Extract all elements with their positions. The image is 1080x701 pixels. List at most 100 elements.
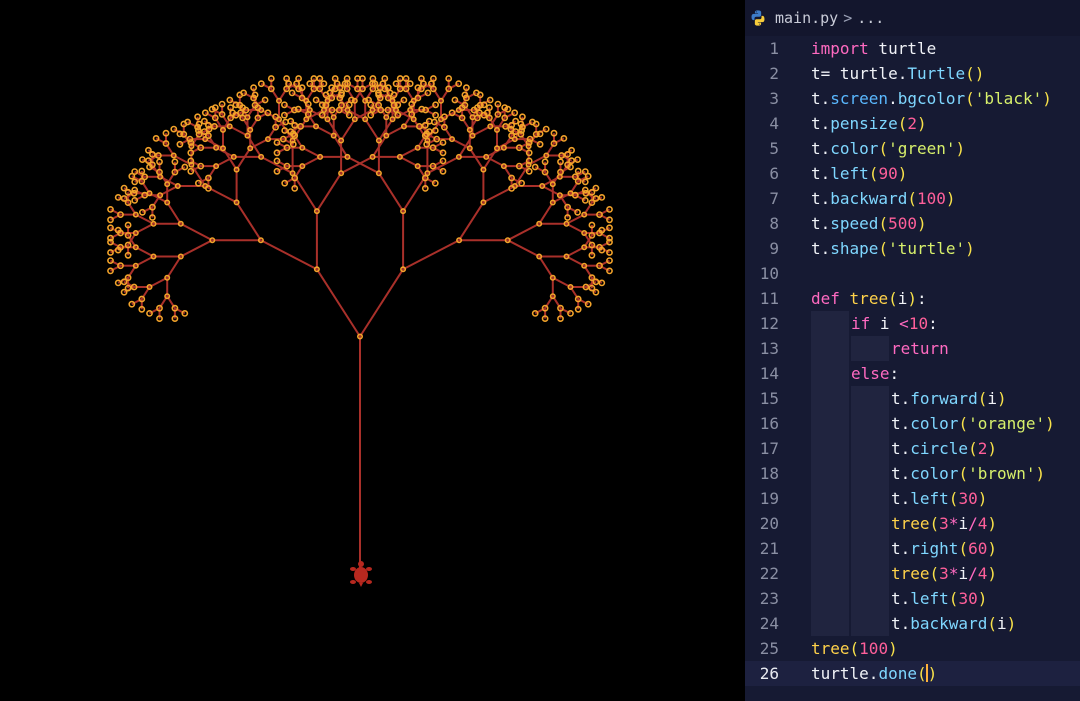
line-number: 11 (759, 289, 779, 308)
code-line[interactable]: 20 tree(3*i/4) (745, 511, 1080, 536)
code-token: ) (1045, 414, 1055, 433)
branch (458, 201, 485, 241)
line-number: 4 (769, 114, 779, 133)
indent-guide (811, 486, 849, 511)
branch (507, 239, 540, 258)
code-token: ( (907, 189, 917, 208)
code-line[interactable]: 18 t.color('brown') (745, 461, 1080, 486)
code-line[interactable]: 14 else: (745, 361, 1080, 386)
code-area[interactable]: 1 import turtle 2 t= turtle.Turtle() 3 t.scre… (745, 36, 1080, 686)
code-token: 100 (859, 639, 889, 658)
code-line[interactable]: 24 t.backward(i) (745, 611, 1080, 636)
code-token: ) (987, 539, 997, 558)
code-line[interactable]: 17 t.circle(2) (745, 436, 1080, 461)
code-token: import (811, 39, 869, 58)
code-line[interactable]: 5 t.color('green') (745, 136, 1080, 161)
branch (507, 222, 540, 242)
indent-guide (851, 336, 889, 361)
breadcrumb-separator: > (843, 9, 853, 27)
indent-guide (851, 611, 889, 636)
code-token: 30 (958, 589, 978, 608)
code-token: t. (891, 414, 911, 433)
code-token: 2 (977, 439, 988, 458)
code-line[interactable]: 6 t.left(90) (745, 161, 1080, 186)
branch (166, 201, 182, 225)
code-line[interactable]: 26 turtle.done() (745, 661, 1080, 686)
blossom (542, 125, 550, 133)
code-text: tree(3*i/4) (891, 511, 997, 536)
code-token: t. (811, 164, 831, 183)
code-line[interactable]: 4 t.pensize(2) (745, 111, 1080, 136)
code-line[interactable]: 7 t.backward(100) (745, 186, 1080, 211)
code-line[interactable]: 15 t.forward(i) (745, 386, 1080, 411)
code-token: color (910, 464, 959, 483)
code-line[interactable]: 16 t.color('orange') (745, 411, 1080, 436)
code-line[interactable]: 12 if i <10: (745, 311, 1080, 336)
breadcrumb-more[interactable]: ... (857, 9, 884, 27)
blossom (170, 125, 178, 133)
code-line[interactable]: 25 tree(100) (745, 636, 1080, 661)
code-token: left (910, 489, 949, 508)
code-token: 2 (907, 114, 917, 133)
blossom (107, 224, 114, 232)
code-token: ( (929, 564, 940, 583)
code-token: Turtle (907, 64, 966, 83)
code-token: 'black' (974, 89, 1043, 108)
code-token: if (851, 314, 871, 333)
code-text: t.color('green') (811, 136, 965, 161)
code-token: turtle (868, 39, 937, 58)
blossom (511, 109, 519, 117)
blossom (131, 178, 139, 186)
code-line[interactable]: 8 t.speed(500) (745, 211, 1080, 236)
indent-guide (811, 461, 849, 486)
branch (402, 239, 460, 271)
code-line[interactable]: 1 import turtle (745, 36, 1080, 61)
code-text: t.color('brown') (891, 461, 1045, 486)
code-line[interactable]: 22 tree(3*i/4) (745, 561, 1080, 586)
branch (399, 156, 419, 167)
code-token: ( (958, 539, 969, 558)
code-text: t.left(30) (891, 586, 987, 611)
blossom (584, 300, 592, 308)
code-token: return (891, 339, 949, 358)
code-line[interactable]: 19 t.left(30) (745, 486, 1080, 511)
code-line[interactable]: 10 (745, 261, 1080, 286)
code-line[interactable]: 2 t= turtle.Turtle() (745, 61, 1080, 86)
blossom (598, 226, 606, 234)
blossom (131, 196, 139, 204)
code-text: else: (851, 361, 899, 386)
code-line[interactable]: 9 t.shape('turtle') (745, 236, 1080, 261)
code-line[interactable]: 23 t.left(30) (745, 586, 1080, 611)
fractal-tree-drawing (107, 75, 613, 587)
indent-guide (851, 386, 889, 411)
code-editor[interactable]: main.py > ... 1 import turtle 2 t= turtle.T… (745, 0, 1080, 701)
code-token: 60 (968, 539, 988, 558)
blossom (128, 300, 136, 308)
code-line[interactable]: 11 def tree(i): (745, 286, 1080, 311)
code-token: tree (811, 639, 850, 658)
code-token: ( (987, 614, 997, 633)
code-token: i (958, 564, 969, 583)
code-line[interactable]: 13 return (745, 336, 1080, 361)
code-text: t.left(30) (891, 486, 987, 511)
code-token: ) (996, 389, 1007, 408)
indent-guide (851, 586, 889, 611)
code-token: ( (977, 389, 988, 408)
code-text: turtle.done() (811, 661, 937, 686)
code-token: ) (897, 164, 908, 183)
breadcrumb-file[interactable]: main.py (775, 9, 838, 27)
branch (340, 118, 356, 142)
code-token: ( (849, 639, 860, 658)
code-line[interactable]: 21 t.right(60) (745, 536, 1080, 561)
line-number: 22 (759, 564, 779, 583)
code-text: import turtle (811, 36, 936, 61)
branch (359, 268, 404, 338)
blossom (584, 172, 592, 180)
breadcrumb[interactable]: main.py > ... (745, 0, 1080, 36)
code-text: tree(100) (811, 636, 898, 661)
code-token: () (965, 64, 985, 83)
code-token: 90 (878, 164, 898, 183)
code-text: t.pensize(2) (811, 111, 927, 136)
code-line[interactable]: 3 t.screen.bgcolor('black') (745, 86, 1080, 111)
code-token: i (958, 514, 969, 533)
